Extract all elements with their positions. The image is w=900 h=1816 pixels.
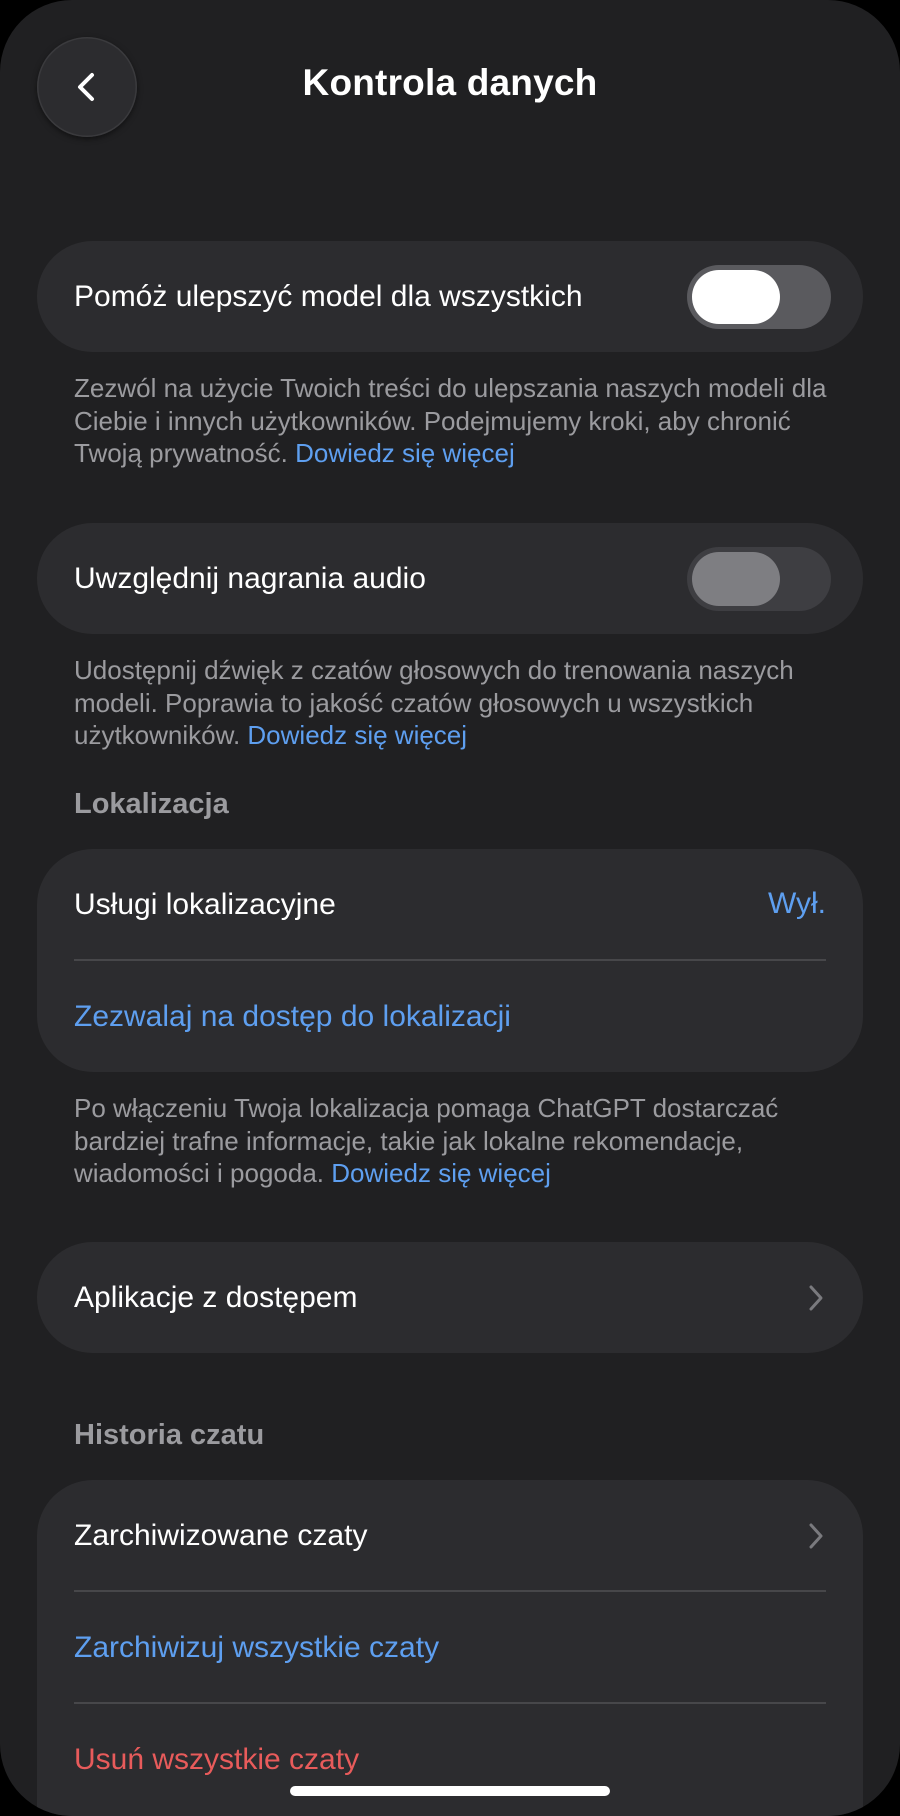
allow-location-access-row[interactable]: Zezwalaj na dostęp do lokalizacji [74, 961, 826, 1072]
apps-with-access-row[interactable]: Aplikacje z dostępem [74, 1242, 826, 1353]
audio-toggle[interactable] [687, 547, 831, 611]
home-indicator[interactable] [290, 1786, 610, 1796]
archived-chats-row[interactable]: Zarchiwizowane czaty [74, 1480, 826, 1591]
improve-model-label: Pomóż ulepszyć model dla wszystkich [74, 279, 583, 313]
improve-model-description: Zezwól na użycie Twoich treści do ulepsz… [74, 373, 827, 468]
location-card: Usługi lokalizacyjne Wył. Zezwalaj na do… [37, 849, 863, 1072]
audio-card: Uwzględnij nagrania audio [37, 523, 863, 634]
delete-all-chats-row[interactable]: Usuń wszystkie czaty [74, 1704, 826, 1815]
improve-model-learn-more-link[interactable]: Dowiedz się więcej [295, 438, 515, 468]
chat-history-card: Zarchiwizowane czaty Zarchiwizuj wszystk… [37, 1480, 863, 1816]
audio-label: Uwzględnij nagrania audio [74, 561, 426, 595]
chat-history-section-title: Historia czatu [74, 1419, 265, 1451]
location-services-value: Wył. [767, 887, 826, 920]
archived-chats-label: Zarchiwizowane czaty [74, 1518, 368, 1552]
location-services-row[interactable]: Usługi lokalizacyjne [74, 849, 826, 960]
toggle-knob [692, 270, 780, 324]
apps-card: Aplikacje z dostępem [37, 1242, 863, 1353]
screen: Kontrola danych Pomóż ulepszyć model dla… [0, 0, 900, 1816]
apps-with-access-label: Aplikacje z dostępem [74, 1280, 358, 1314]
archive-all-chats-row[interactable]: Zarchiwizuj wszystkie czaty [74, 1592, 826, 1703]
chevron-right-icon [809, 1285, 823, 1311]
location-learn-more-link[interactable]: Dowiedz się więcej [331, 1158, 551, 1188]
archive-all-chats-label: Zarchiwizuj wszystkie czaty [74, 1630, 440, 1664]
page-title: Kontrola danych [302, 62, 598, 103]
audio-learn-more-link[interactable]: Dowiedz się więcej [247, 720, 467, 750]
improve-model-card: Pomóż ulepszyć model dla wszystkich [37, 241, 863, 352]
audio-description: Udostępnij dźwięk z czatów głosowych do … [74, 655, 794, 750]
toggle-knob [692, 552, 780, 606]
chevron-right-icon [809, 1523, 823, 1549]
location-description: Po włączeniu Twoja lokalizacja pomaga Ch… [74, 1093, 779, 1188]
delete-all-chats-label: Usuń wszystkie czaty [74, 1742, 360, 1776]
location-section-title: Lokalizacja [74, 788, 229, 820]
allow-location-access-label: Zezwalaj na dostęp do lokalizacji [74, 999, 511, 1033]
improve-model-toggle[interactable] [687, 265, 831, 329]
location-services-label: Usługi lokalizacyjne [74, 887, 336, 921]
